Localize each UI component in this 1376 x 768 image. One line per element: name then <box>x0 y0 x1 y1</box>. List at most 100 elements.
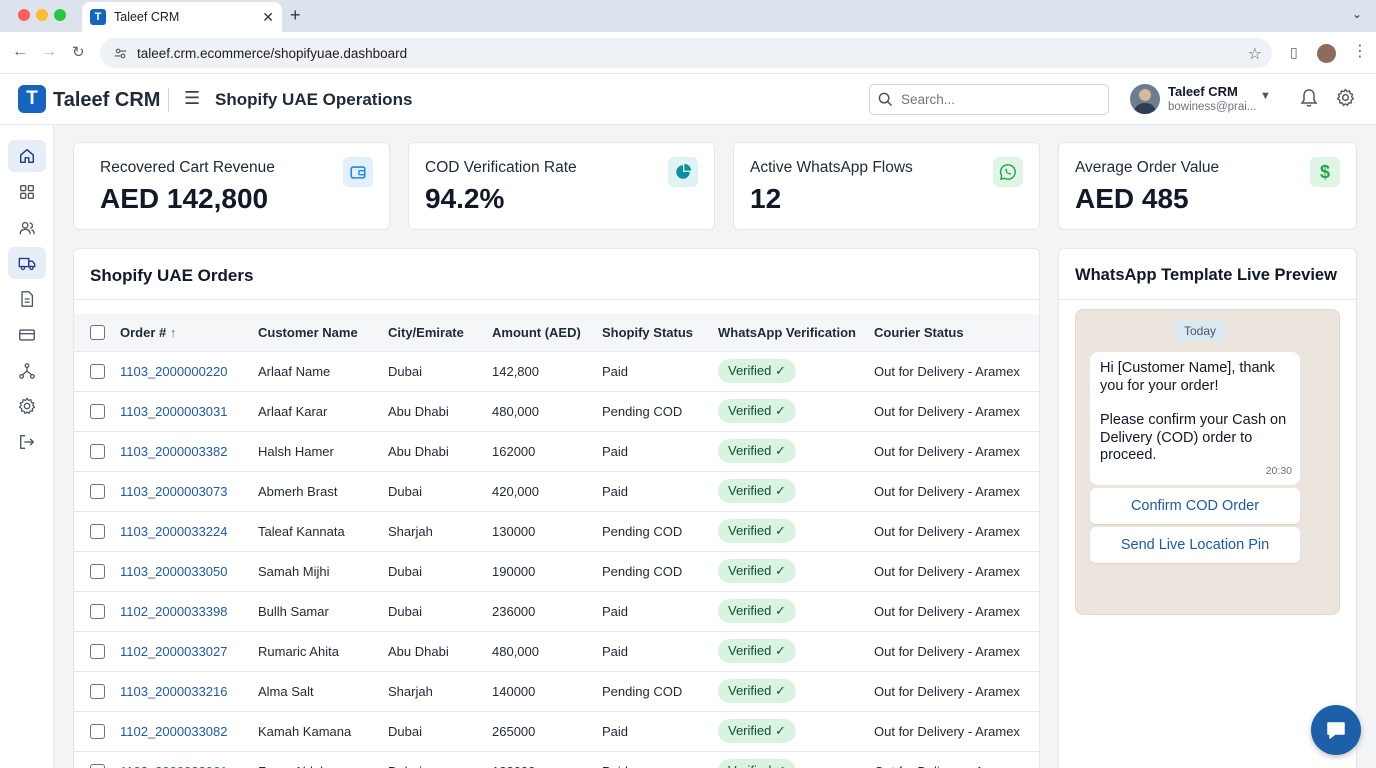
table-row[interactable]: 1103_2000003382 Halsh Hamer Abu Dhabi 16200… <box>74 431 1039 472</box>
order-link[interactable]: 1103_2000033061 <box>120 764 228 768</box>
user-menu-chevron-icon[interactable]: ▼ <box>1260 90 1271 102</box>
order-link[interactable]: 1103_2000033224 <box>120 524 228 539</box>
courier-status: Out for Delivery - Aramex <box>874 471 1039 512</box>
row-checkbox[interactable] <box>90 484 105 500</box>
sidebar-item-logout[interactable] <box>8 426 46 458</box>
verified-badge: Verified ✓ <box>718 519 796 543</box>
sidebar-item-documents[interactable] <box>8 283 46 315</box>
table-row[interactable]: 1103_2000003031 Arlaaf Karar Abu Dhabi 480,… <box>74 391 1039 432</box>
row-checkbox[interactable] <box>90 684 105 700</box>
verified-badge: Verified ✓ <box>718 399 796 423</box>
table-row[interactable]: 1102_2000033082 Kamah Kamana Dubai 265000 Pa… <box>74 711 1039 752</box>
courier-status: Out for Delivery - Aramex <box>874 351 1039 392</box>
table-row[interactable]: 1103_2000033050 Samah Mijhi Dubai 190000 Pen… <box>74 551 1039 592</box>
table-row[interactable]: 1103_2000033061 Faraz AldalDubai182000Pai… <box>74 751 1039 768</box>
chat-bubble-icon <box>1327 722 1345 739</box>
table-row[interactable]: 1103_2000000220 Arlaaf Name Dubai 142,800 Pa… <box>74 351 1039 392</box>
order-link[interactable]: 1103_2000003073 <box>120 484 228 499</box>
orders-table: Order # ↑ Customer Name City/Emirate Amo… <box>74 314 1039 768</box>
customer-name: Alma Salt <box>258 671 388 712</box>
order-link[interactable]: 1103_2000033216 <box>120 684 228 699</box>
browser-tab[interactable]: T Taleef CRM ✕ <box>82 2 282 32</box>
tab-list-chevron-icon[interactable]: ⌄ <box>1352 7 1362 21</box>
column-header-whatsapp[interactable]: WhatsApp Verification <box>718 314 874 352</box>
side-panel-icon[interactable]: ▯ <box>1290 44 1298 61</box>
order-link[interactable]: 1103_2000000220 <box>120 364 228 379</box>
bell-icon[interactable] <box>1300 88 1318 108</box>
kpi-card-whatsapp-flows[interactable]: Active WhatsApp Flows 12 <box>733 142 1040 230</box>
window-close-button[interactable] <box>18 9 30 21</box>
kpi-card-recovered-revenue[interactable]: Recovered Cart Revenue AED 142,800 <box>73 142 390 230</box>
new-tab-icon[interactable]: + <box>290 5 301 26</box>
reload-icon[interactable]: ↻ <box>72 43 85 61</box>
sidebar-item-dashboard[interactable] <box>8 176 46 208</box>
column-header-courier[interactable]: Courier Status <box>874 314 1039 352</box>
verified-badge: Verified ✓ <box>718 479 796 503</box>
column-header-amount[interactable]: Amount (AED) <box>492 314 602 352</box>
row-checkbox[interactable] <box>90 364 105 380</box>
kpi-card-average-order[interactable]: Average Order Value AED 485 $ <box>1058 142 1357 230</box>
sidebar-item-shipping[interactable] <box>8 247 46 279</box>
back-arrow-icon[interactable]: ← <box>12 43 28 61</box>
preview-title: WhatsApp Template Live Preview <box>1075 266 1337 284</box>
order-link[interactable]: 1102_2000033027 <box>120 644 228 659</box>
chat-support-button[interactable] <box>1311 705 1361 755</box>
row-checkbox[interactable] <box>90 764 105 768</box>
table-row[interactable]: 1103_2000003073 Abmerh Brast Dubai 420,000 P… <box>74 471 1039 512</box>
order-link[interactable]: 1103_2000003031 <box>120 404 228 419</box>
user-avatar[interactable] <box>1130 84 1160 114</box>
row-checkbox[interactable] <box>90 524 105 540</box>
column-header-order[interactable]: Order # ↑ <box>120 314 258 352</box>
row-checkbox[interactable] <box>90 644 105 660</box>
dollar-icon: $ <box>1310 157 1340 187</box>
order-link[interactable]: 1103_2000003382 <box>120 444 228 459</box>
table-row[interactable]: 1102_2000033398 Bullh Samar Dubai 236000 Pai… <box>74 591 1039 632</box>
row-checkbox[interactable] <box>90 604 105 620</box>
taleef-logo-icon[interactable]: T <box>18 85 46 113</box>
bookmark-star-icon[interactable]: ☆ <box>1248 44 1262 64</box>
row-checkbox[interactable] <box>90 404 105 420</box>
order-link[interactable]: 1102_2000033398 <box>120 604 228 619</box>
table-row[interactable]: 1103_2000033224 Taleaf Kannata Sharjah 1300… <box>74 511 1039 552</box>
send-location-button[interactable]: Send Live Location Pin <box>1090 527 1300 563</box>
sidebar-item-customers[interactable] <box>8 212 46 244</box>
orders-title: Shopify UAE Orders <box>90 266 254 285</box>
sort-up-icon[interactable]: ↑ <box>170 325 177 340</box>
window-minimize-button[interactable] <box>36 9 48 21</box>
row-checkbox[interactable] <box>90 444 105 460</box>
browser-menu-icon[interactable]: ⋮ <box>1352 41 1368 61</box>
table-row[interactable]: 1103_2000033216 Alma Salt Sharjah 140000 Pen… <box>74 671 1039 712</box>
window-zoom-button[interactable] <box>54 9 66 21</box>
order-link[interactable]: 1102_2000033082 <box>120 724 228 739</box>
column-header-customer[interactable]: Customer Name <box>258 314 388 352</box>
confirm-cod-button[interactable]: Confirm COD Order <box>1090 488 1300 524</box>
column-header-city[interactable]: City/Emirate <box>388 314 492 352</box>
select-all-checkbox[interactable] <box>90 325 105 341</box>
brand-name[interactable]: Taleef CRM <box>53 89 160 112</box>
shopify-status: Paid <box>602 431 718 472</box>
site-settings-icon[interactable] <box>114 47 127 60</box>
tab-close-icon[interactable]: ✕ <box>262 9 274 26</box>
sidebar-item-payments[interactable] <box>8 319 46 351</box>
city: Abu Dhabi <box>388 631 492 672</box>
table-row[interactable]: 1102_2000033027 Rumaric Ahita Abu Dhabi 480… <box>74 631 1039 672</box>
browser-profile-avatar[interactable] <box>1317 44 1336 63</box>
sidebar-item-settings[interactable] <box>8 390 46 422</box>
row-checkbox[interactable] <box>90 724 105 740</box>
search-box[interactable] <box>869 84 1109 115</box>
url-field[interactable]: taleef.crm.ecommerce/shopifyuae.dashboar… <box>100 38 1272 68</box>
hamburger-menu-icon[interactable]: ☰ <box>184 88 200 109</box>
sidebar-item-home[interactable] <box>8 140 46 172</box>
settings-gear-icon[interactable] <box>1336 88 1355 107</box>
order-link[interactable]: 1103_2000033050 <box>120 564 228 579</box>
shopify-status: Pending COD <box>602 671 718 712</box>
row-checkbox[interactable] <box>90 564 105 580</box>
forward-arrow-icon[interactable]: → <box>41 43 57 61</box>
sidebar-item-flows[interactable] <box>8 355 46 387</box>
customer-name: Taleaf Kannata <box>258 511 388 552</box>
kpi-card-cod-verification[interactable]: COD Verification Rate 94.2% <box>408 142 715 230</box>
search-icon <box>878 92 893 107</box>
column-header-shopify-status[interactable]: Shopify Status <box>602 314 718 352</box>
search-input[interactable] <box>901 92 1091 107</box>
kpi-label: COD Verification Rate <box>425 159 577 176</box>
